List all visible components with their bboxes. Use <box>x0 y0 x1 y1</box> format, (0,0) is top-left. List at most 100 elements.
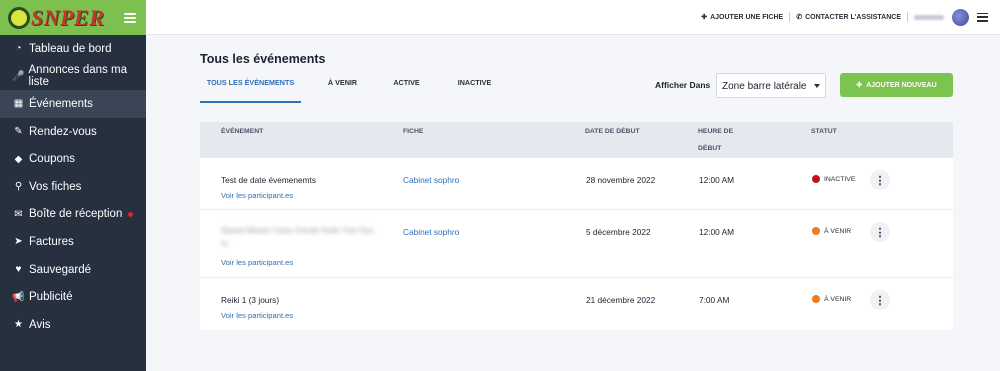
start-time: 7:00 AM <box>699 295 730 305</box>
microphone-icon: 🎤 <box>12 70 25 82</box>
sidebar-item-label: Coupons <box>29 153 76 166</box>
caret-down-icon <box>814 84 820 88</box>
logo[interactable]: SNPER <box>8 5 104 31</box>
envelope-icon: ✉ <box>14 208 23 220</box>
sidebar-item-my-listings[interactable]: ⚲ Vos fiches <box>0 173 146 201</box>
column-header-start-date: DATE DE DÉBUT <box>585 128 640 135</box>
add-new-button[interactable]: ✚ AJOUTER NOUVEAU <box>840 73 953 97</box>
event-tabs: TOUS LES ÉVÉNEMENTS À VENIR ACTIVE INACT… <box>200 70 520 103</box>
column-header-start-time-line2: DÉBUT <box>698 145 722 152</box>
sidebar-item-label: Vos fiches <box>29 180 82 193</box>
add-listing-link[interactable]: ✚ AJOUTER UNE FICHE <box>701 13 784 22</box>
event-title[interactable]: Reiki 1 (3 jours) <box>221 295 279 305</box>
page-title: Tous les événements <box>200 52 326 66</box>
display-in-value: Zone barre latérale <box>722 81 807 92</box>
sidebar-item-label: Rendez-vous <box>29 125 97 138</box>
avatar[interactable] <box>952 8 969 26</box>
sidebar-item-label: Événements <box>29 97 93 110</box>
column-header-event: ÉVÉNEMENT <box>221 128 264 135</box>
more-options-icon[interactable]: ⋮ <box>870 170 890 190</box>
tab-upcoming[interactable]: À VENIR <box>301 70 384 103</box>
listing-link[interactable]: Cabinet sophro <box>403 227 459 237</box>
status-badge: INACTIVE <box>812 175 855 183</box>
topbar: ✚ AJOUTER UNE FICHE ✆ CONTACTER L'ASSIST… <box>146 0 1000 35</box>
contact-support-label: CONTACTER L'ASSISTANCE <box>805 13 901 21</box>
view-participants-link[interactable]: Voir les participant.es <box>221 191 293 200</box>
edit-icon: ✎ <box>14 126 23 138</box>
start-date: 21 décembre 2022 <box>586 295 656 305</box>
brand-bar: SNPER <box>0 0 146 35</box>
start-date: 5 décembre 2022 <box>586 227 651 237</box>
event-title-redacted-line2: to <box>221 239 228 248</box>
contact-support-link[interactable]: ✆ CONTACTER L'ASSISTANCE <box>796 13 901 22</box>
add-new-label: AJOUTER NOUVEAU <box>866 81 937 89</box>
user-name[interactable] <box>914 14 944 20</box>
view-participants-link[interactable]: Voir les participant.es <box>221 311 293 320</box>
status-label: INACTIVE <box>824 175 856 183</box>
listing-link[interactable]: Cabinet sophro <box>403 175 459 185</box>
column-header-listing: FICHE <box>403 128 424 135</box>
tag-icon: ◆ <box>14 153 23 165</box>
status-dot <box>812 175 820 183</box>
sidebar-item-events[interactable]: ▦ Événements <box>0 90 146 118</box>
heart-icon: ♥ <box>15 264 22 276</box>
status-badge: À VENIR <box>812 295 851 303</box>
status-dot <box>812 227 820 235</box>
events-table: ÉVÉNEMENT FICHE DATE DE DÉBUT HEURE DE D… <box>200 122 953 330</box>
sidebar: SNPER ◔ Tableau de bord 🎤 Annonces dans … <box>0 0 146 371</box>
divider <box>789 12 791 22</box>
sidebar-item-listings[interactable]: 🎤 Annonces dans ma liste <box>0 63 146 91</box>
sidebar-item-label: Publicité <box>29 291 73 304</box>
sidebar-item-coupons[interactable]: ◆ Coupons <box>0 145 146 173</box>
start-time: 12:00 AM <box>699 227 735 237</box>
display-in-select[interactable]: Zone barre latérale <box>716 73 826 98</box>
unread-dot <box>128 211 133 217</box>
sidebar-toggle-icon[interactable] <box>124 12 136 23</box>
sidebar-item-label: Annonces dans ma liste <box>28 64 127 89</box>
calendar-icon: ▦ <box>13 98 24 110</box>
phone-icon: ✆ <box>796 14 803 21</box>
tab-active[interactable]: ACTIVE <box>384 70 429 103</box>
sidebar-item-advertising[interactable]: 📢 Publicité <box>0 283 146 311</box>
sidebar-nav: ◔ Tableau de bord 🎤 Annonces dans ma lis… <box>0 35 146 339</box>
event-title-redacted[interactable]: Speed Master Class Gerale Reiki Yuto Nyo <box>221 226 374 235</box>
view-participants-link[interactable]: Voir les participant.es <box>221 258 293 267</box>
table-row: Speed Master Class Gerale Reiki Yuto Nyo… <box>200 210 953 278</box>
megaphone-icon: 📢 <box>12 291 25 303</box>
plus-icon: ✚ <box>701 14 708 21</box>
add-listing-label: AJOUTER UNE FICHE <box>710 13 784 21</box>
plus-icon: ✚ <box>856 82 863 89</box>
column-header-status: STATUT <box>811 128 837 135</box>
paper-plane-icon: ➤ <box>14 236 23 248</box>
sidebar-item-dashboard[interactable]: ◔ Tableau de bord <box>0 35 146 63</box>
event-title[interactable]: Test de date évemenemts <box>221 175 316 185</box>
tab-inactive[interactable]: INACTIVE <box>429 70 520 103</box>
sidebar-item-label: Sauvegardé <box>29 263 92 276</box>
tab-all-events[interactable]: TOUS LES ÉVÉNEMENTS <box>200 70 301 103</box>
more-options-icon[interactable]: ⋮ <box>870 290 890 310</box>
sidebar-item-invoices[interactable]: ➤ Factures <box>0 228 146 256</box>
dashboard-icon: ◔ <box>15 43 22 55</box>
sidebar-item-label: Avis <box>29 318 51 331</box>
status-badge: À VENIR <box>812 227 851 235</box>
start-date: 28 novembre 2022 <box>586 175 656 185</box>
map-pin-icon: ⚲ <box>14 181 23 193</box>
more-options-icon[interactable]: ⋮ <box>870 222 890 242</box>
status-label: À VENIR <box>824 295 852 303</box>
sidebar-item-label: Factures <box>29 235 74 248</box>
table-row: Test de date évemenemts Voir les partici… <box>200 158 953 210</box>
sidebar-item-saved[interactable]: ♥ Sauvegardé <box>0 256 146 284</box>
sidebar-item-inbox[interactable]: ✉ Boîte de réception <box>0 201 146 229</box>
menu-icon[interactable] <box>977 12 988 22</box>
status-dot <box>812 295 820 303</box>
sidebar-item-label: Tableau de bord <box>29 42 112 55</box>
divider <box>907 12 908 22</box>
table-header: ÉVÉNEMENT FICHE DATE DE DÉBUT HEURE DE D… <box>200 122 953 158</box>
display-in-label: Afficher Dans <box>655 80 711 90</box>
sidebar-item-reviews[interactable]: ★ Avis <box>0 311 146 339</box>
star-icon: ★ <box>14 319 23 331</box>
sidebar-item-label: Boîte de réception <box>29 208 123 221</box>
logo-emblem-icon <box>8 6 30 29</box>
start-time: 12:00 AM <box>699 175 735 185</box>
sidebar-item-appointments[interactable]: ✎ Rendez-vous <box>0 118 146 146</box>
